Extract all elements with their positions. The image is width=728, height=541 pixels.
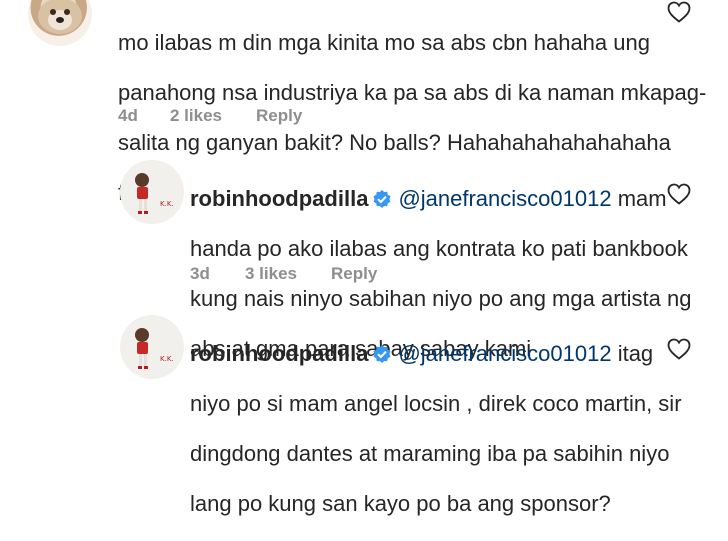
comment-text-start: itag xyxy=(611,341,654,366)
likes-count[interactable]: 3 likes xyxy=(245,264,331,284)
reply-button[interactable]: Reply xyxy=(331,264,377,284)
comment-first-line: robinhoodpadilla @janefrancisco01012 itag xyxy=(190,341,682,366)
comment-2-meta: 3d 3 likes Reply xyxy=(190,264,377,284)
comment-line: niyo po si mam angel locsin , direk coco… xyxy=(190,391,682,416)
mention-link[interactable]: @janefrancisco01012 xyxy=(398,341,611,366)
comment-2: K.K. robinhoodpadilla @janefrancisco01012… xyxy=(0,150,728,361)
comment-line: dingdong dantes at maraming iba pa sabih… xyxy=(190,441,670,466)
verified-badge-icon xyxy=(373,345,391,363)
pekingese-dog-avatar[interactable] xyxy=(28,0,92,46)
verified-badge-icon xyxy=(373,190,391,208)
heart-outline-icon[interactable] xyxy=(667,183,691,205)
mention-link[interactable]: @janefrancisco01012 xyxy=(398,186,611,211)
comment-3-text: robinhoodpadilla @janefrancisco01012 itag… xyxy=(190,316,682,541)
comment-line: handa po ako ilabas ang kontrata ko pati… xyxy=(190,236,688,261)
comment-1: mo ilabas m din mga kinita mo sa abs cbn… xyxy=(0,0,728,205)
comment-1-meta: 4d 2 likes Reply xyxy=(118,106,302,126)
comment-3: K.K. robinhoodpadilla @janefrancisco01012… xyxy=(0,305,728,516)
heart-outline-icon[interactable] xyxy=(667,338,691,360)
timestamp: 4d xyxy=(118,106,138,125)
heart-outline-icon[interactable] xyxy=(667,1,691,23)
likes-count[interactable]: 2 likes xyxy=(170,106,256,126)
svg-text:K.K.: K.K. xyxy=(160,355,174,363)
user-avatar[interactable]: K.K. xyxy=(120,160,184,224)
user-avatar[interactable]: K.K. xyxy=(120,315,184,379)
comment-first-line: robinhoodpadilla @janefrancisco01012 mam xyxy=(190,186,691,211)
username-link[interactable]: robinhoodpadilla xyxy=(190,341,368,366)
comment-line: lang po kung san kayo po ba ang sponsor? xyxy=(190,491,611,516)
username-link[interactable]: robinhoodpadilla xyxy=(190,186,368,211)
svg-text:K.K.: K.K. xyxy=(160,200,174,208)
comment-line: mo ilabas m din mga kinita mo sa abs cbn… xyxy=(118,30,650,55)
comment-text-start: mam xyxy=(611,186,667,211)
reply-button[interactable]: Reply xyxy=(256,106,302,126)
timestamp: 3d xyxy=(190,264,210,283)
comment-line: panahong nsa industriya ka pa sa abs di … xyxy=(118,80,707,105)
